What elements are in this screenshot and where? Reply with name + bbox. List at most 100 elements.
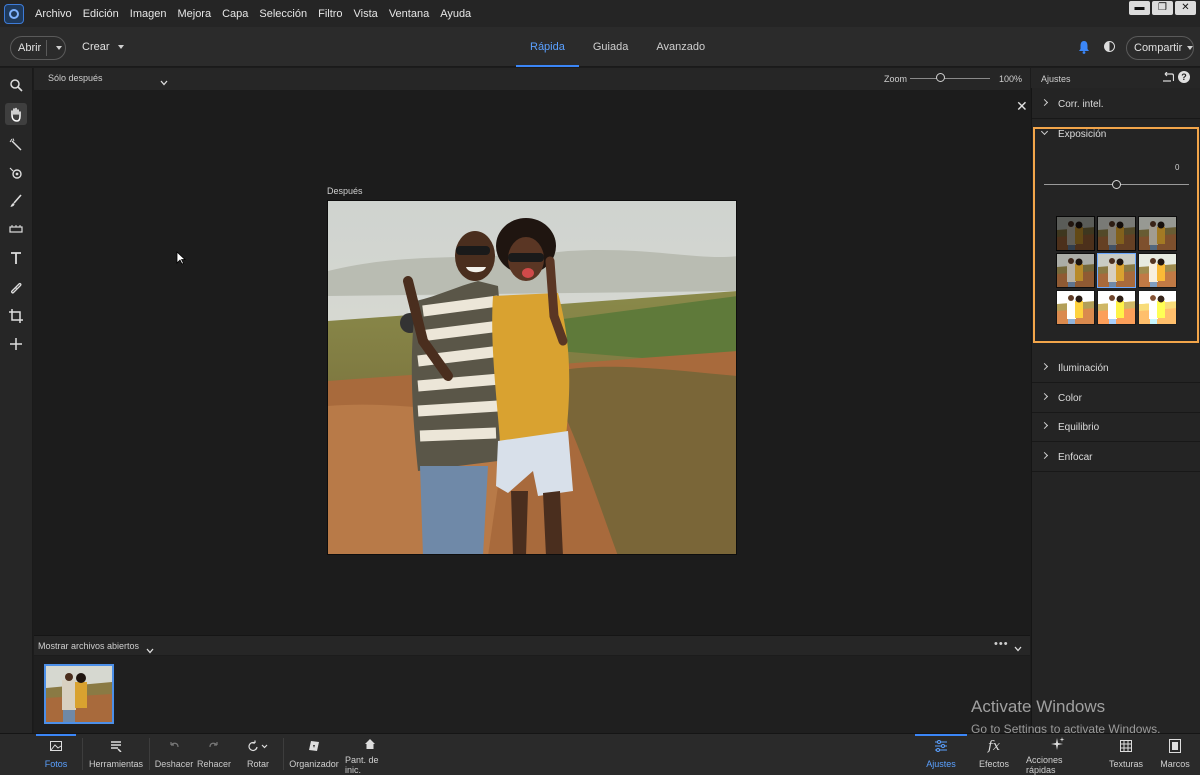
undo-button[interactable]: Deshacer (155, 733, 193, 775)
redo-icon (208, 733, 220, 759)
textures-button[interactable]: Texturas (1106, 733, 1146, 775)
exposure-preset-thumbnail[interactable] (1097, 290, 1136, 325)
photo-bin-header (34, 635, 1030, 655)
main-menu: Archivo Edición Imagen Mejora Capa Selec… (30, 8, 477, 20)
view-mode-select[interactable]: Sólo después (48, 73, 103, 83)
chevron-down-icon (117, 45, 124, 50)
section-iluminacion[interactable]: Iluminación (1032, 354, 1200, 383)
open-button[interactable]: Abrir (10, 36, 66, 60)
section-color[interactable]: Color (1032, 384, 1200, 413)
restore-button[interactable]: ❐ (1152, 1, 1173, 15)
undo-icon (168, 733, 180, 759)
tab-avanzado[interactable]: Avanzado (642, 27, 719, 67)
menu-item-ayuda[interactable]: Ayuda (435, 8, 477, 20)
photo-canvas[interactable] (327, 200, 737, 555)
mode-bar: Abrir Crear Rápida Guiada Avanzado Compa… (0, 27, 1200, 67)
quick-actions-button[interactable]: Acciones rápidas (1026, 733, 1090, 775)
exposure-preset-thumbnail[interactable] (1056, 253, 1095, 288)
reset-icon[interactable] (1162, 71, 1175, 85)
exposure-preset-thumbnail[interactable] (1138, 216, 1177, 251)
textures-button-label: Texturas (1108, 759, 1143, 769)
open-button-divider (46, 40, 48, 56)
theme-contrast-icon[interactable] (1104, 41, 1115, 52)
redo-button[interactable]: Rehacer (197, 733, 231, 775)
menu-item-vista[interactable]: Vista (349, 8, 384, 20)
menu-item-capa[interactable]: Capa (217, 8, 254, 20)
frames-button-label: Marcos (1160, 759, 1190, 769)
section-corr-intel[interactable]: Corr. intel. (1032, 90, 1200, 119)
more-options-icon[interactable]: ••• (994, 638, 1009, 650)
menu-item-ventana[interactable]: Ventana (384, 8, 435, 20)
section-label: Equilibrio (1058, 421, 1100, 433)
exposure-preset-grid (1056, 216, 1177, 328)
tab-rapida[interactable]: Rápida (516, 27, 579, 67)
text-tool-icon[interactable] (5, 247, 27, 269)
red-eye-icon[interactable] (5, 162, 27, 184)
chevron-right-icon (1040, 451, 1049, 460)
zoom-slider-handle[interactable] (936, 73, 945, 82)
menu-item-edicion[interactable]: Edición (78, 8, 125, 20)
mode-tabs: Rápida Guiada Avanzado (516, 27, 719, 67)
move-icon[interactable] (5, 333, 27, 355)
share-button[interactable]: Compartir (1126, 36, 1194, 60)
quick-selection-icon[interactable] (5, 134, 27, 156)
help-icon[interactable]: ? (1178, 71, 1190, 83)
text-effect-icon[interactable] (5, 218, 27, 240)
fx-icon: fx (987, 738, 1001, 754)
menu-item-mejora[interactable]: Mejora (172, 8, 217, 20)
crop-icon[interactable] (5, 305, 27, 327)
exposure-preset-thumbnail[interactable] (1097, 253, 1136, 288)
adjustments-button[interactable]: Ajustes (915, 733, 967, 775)
divider (82, 738, 83, 770)
divider (149, 738, 150, 770)
frames-button[interactable]: Marcos (1158, 733, 1192, 775)
chevron-down-icon[interactable] (160, 75, 168, 89)
collapse-bin-icon[interactable] (1014, 641, 1022, 655)
hand-tool-icon[interactable] (5, 103, 27, 125)
zoom-value: 100% (999, 74, 1023, 84)
menu-item-archivo[interactable]: Archivo (30, 8, 78, 20)
tools-button[interactable]: Herramientas (88, 733, 144, 775)
exposure-preset-thumbnail[interactable] (1138, 290, 1177, 325)
menu-item-imagen[interactable]: Imagen (125, 8, 173, 20)
bell-icon[interactable] (1078, 40, 1090, 54)
brush-icon[interactable] (5, 190, 27, 212)
photo-thumbnail[interactable] (44, 664, 114, 724)
tools-button-label: Herramientas (88, 759, 144, 769)
exposure-preset-thumbnail[interactable] (1056, 216, 1095, 251)
menu-item-seleccion[interactable]: Selección (254, 8, 313, 20)
minimize-button[interactable]: ▬ (1129, 1, 1150, 15)
exposure-preset-thumbnail[interactable] (1138, 253, 1177, 288)
photo-bin-select[interactable]: Mostrar archivos abiertos (38, 641, 139, 651)
mouse-cursor-icon (176, 251, 186, 265)
close-view-icon[interactable]: ✕ (1016, 99, 1028, 113)
exposure-slider-handle[interactable] (1112, 180, 1121, 189)
organizer-button[interactable]: Organizador (289, 733, 339, 775)
chevron-down-icon (1187, 46, 1194, 50)
app-logo-icon[interactable] (4, 3, 24, 24)
section-enfocar[interactable]: Enfocar (1032, 443, 1200, 472)
effects-button[interactable]: fx Efectos (978, 733, 1010, 775)
exposure-preset-thumbnail[interactable] (1056, 290, 1095, 325)
spot-healing-icon[interactable] (5, 276, 27, 298)
frame-icon (1169, 733, 1181, 759)
photos-button[interactable]: Fotos (36, 733, 76, 775)
tab-guiada[interactable]: Guiada (579, 27, 642, 67)
exposure-preset-thumbnail[interactable] (1097, 216, 1136, 251)
share-button-label: Compartir (1134, 42, 1183, 54)
chevron-right-icon (1040, 362, 1049, 371)
chevron-down-icon[interactable] (146, 643, 154, 657)
exposure-label[interactable]: Exposición (1058, 129, 1106, 140)
create-button[interactable]: Crear (82, 41, 124, 53)
rotate-button[interactable]: Rotar (243, 733, 273, 775)
close-window-button[interactable]: ✕ (1175, 1, 1196, 15)
menu-item-filtro[interactable]: Filtro (313, 8, 348, 20)
home-screen-button[interactable]: Pant. de inic. (345, 733, 395, 775)
chevron-down-icon[interactable] (56, 46, 63, 50)
divider (283, 738, 284, 770)
zoom-slider-track[interactable] (910, 78, 990, 79)
effects-button-label: Efectos (978, 759, 1009, 769)
quick-actions-button-label: Acciones rápidas (1026, 755, 1063, 775)
zoom-tool-icon[interactable] (5, 74, 27, 96)
section-equilibrio[interactable]: Equilibrio (1032, 413, 1200, 442)
